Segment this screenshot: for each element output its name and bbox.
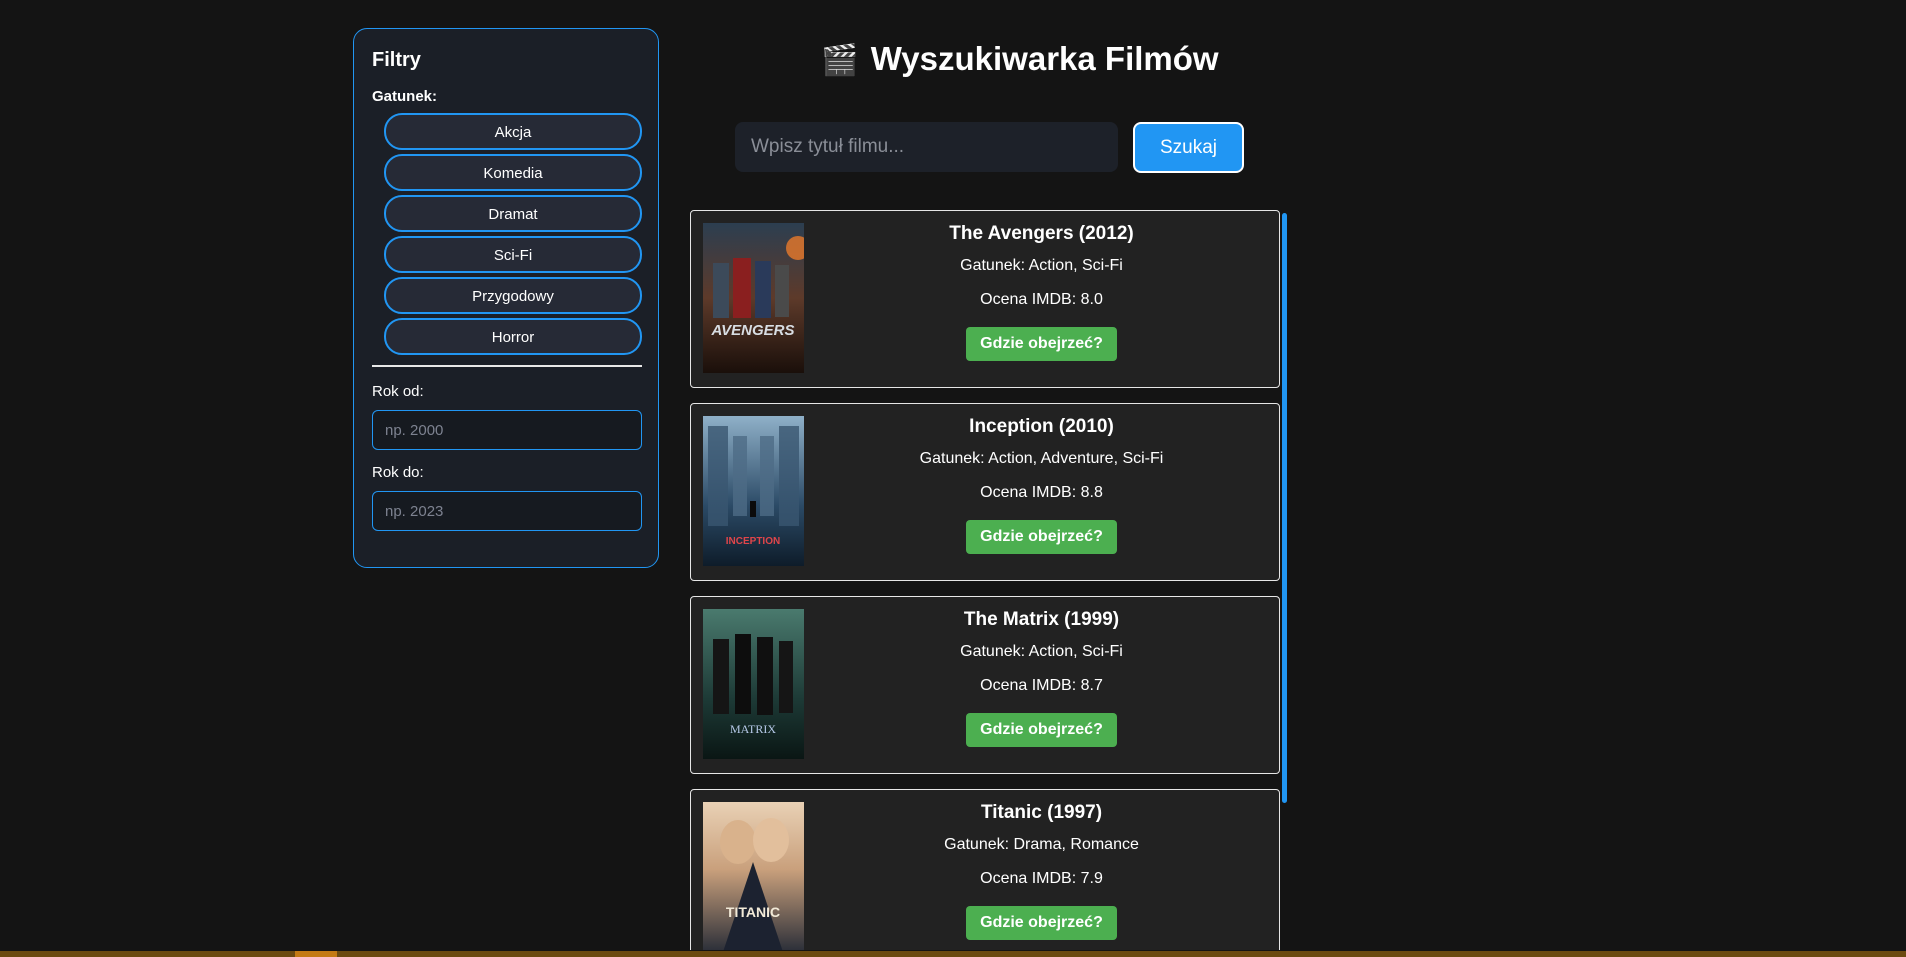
movie-card: AVENGERS The Avengers (2012) Gatunek: Ac…: [690, 210, 1280, 388]
svg-text:INCEPTION: INCEPTION: [726, 536, 780, 547]
movie-title: Titanic (1997): [980, 802, 1103, 823]
svg-text:AVENGERS: AVENGERS: [710, 322, 794, 339]
filters-panel: Filtry Gatunek: Akcja Komedia Dramat Sci…: [353, 28, 659, 568]
movie-genre: Gatunek: Drama, Romance: [944, 836, 1139, 853]
movie-info: The Matrix (1999) Gatunek: Action, Sci-F…: [804, 609, 1279, 747]
movie-title: Inception (2010): [969, 416, 1114, 437]
svg-text:MATRIX: MATRIX: [730, 722, 776, 736]
movie-title: The Avengers (2012): [949, 223, 1134, 244]
where-to-watch-button[interactable]: Gdzie obejrzeć?: [966, 713, 1117, 747]
genre-button-horror[interactable]: Horror: [384, 318, 642, 355]
where-to-watch-button[interactable]: Gdzie obejrzeć?: [966, 520, 1117, 554]
movie-genre: Gatunek: Action, Sci-Fi: [960, 257, 1123, 274]
movie-info: The Avengers (2012) Gatunek: Action, Sci…: [804, 223, 1279, 361]
movie-rating: Ocena IMDB: 8.8: [980, 484, 1103, 501]
results-list[interactable]: AVENGERS The Avengers (2012) Gatunek: Ac…: [690, 210, 1280, 950]
movie-rating: Ocena IMDB: 8.7: [980, 677, 1103, 694]
year-to-input[interactable]: [372, 491, 642, 531]
page: Filtry Gatunek: Akcja Komedia Dramat Sci…: [0, 0, 1906, 957]
movie-poster: TITANIC: [703, 802, 804, 950]
page-title-container: 🎬 Wyszukiwarka Filmów: [690, 40, 1350, 78]
movie-card: MATRIX The Matrix (1999) Gatunek: Action…: [690, 596, 1280, 774]
filters-divider: [372, 365, 642, 367]
movie-poster: AVENGERS: [703, 223, 804, 373]
taskbar-highlight: [295, 951, 337, 957]
search-input[interactable]: [735, 122, 1118, 172]
page-title: Wyszukiwarka Filmów: [870, 40, 1219, 77]
movie-genre: Gatunek: Action, Adventure, Sci-Fi: [919, 450, 1164, 467]
movie-poster: MATRIX: [703, 609, 804, 759]
movie-title: The Matrix (1999): [963, 609, 1120, 630]
clapperboard-icon: 🎬: [821, 44, 859, 77]
genre-label: Gatunek:: [372, 88, 438, 105]
genre-button-przygodowy[interactable]: Przygodowy: [384, 277, 642, 314]
genre-button-sci-fi[interactable]: Sci-Fi: [384, 236, 642, 273]
movie-genre: Gatunek: Action, Sci-Fi: [960, 643, 1123, 660]
movie-card: INCEPTION Inception (2010) Gatunek: Acti…: [690, 403, 1280, 581]
genre-button-dramat[interactable]: Dramat: [384, 195, 642, 232]
where-to-watch-button[interactable]: Gdzie obejrzeć?: [966, 327, 1117, 361]
genre-button-komedia[interactable]: Komedia: [384, 154, 642, 191]
filters-title: Filtry: [372, 49, 421, 71]
genre-list: Akcja Komedia Dramat Sci-Fi Przygodowy H…: [372, 113, 642, 355]
svg-text:TITANIC: TITANIC: [726, 904, 780, 920]
movie-poster: INCEPTION: [703, 416, 804, 566]
movie-info: Inception (2010) Gatunek: Action, Advent…: [804, 416, 1279, 554]
where-to-watch-button[interactable]: Gdzie obejrzeć?: [966, 906, 1117, 940]
bottom-taskbar-strip: [0, 951, 1906, 957]
movie-info: Titanic (1997) Gatunek: Drama, Romance O…: [804, 802, 1279, 940]
movie-card: TITANIC Titanic (1997) Gatunek: Drama, R…: [690, 789, 1280, 950]
year-from-label: Rok od:: [372, 383, 424, 400]
year-from-input[interactable]: [372, 410, 642, 450]
search-button[interactable]: Szukaj: [1133, 122, 1244, 173]
movie-rating: Ocena IMDB: 8.0: [980, 291, 1103, 308]
results-scrollbar[interactable]: [1282, 213, 1287, 803]
year-to-label: Rok do:: [372, 464, 424, 481]
genre-button-akcja[interactable]: Akcja: [384, 113, 642, 150]
movie-rating: Ocena IMDB: 7.9: [980, 870, 1103, 887]
